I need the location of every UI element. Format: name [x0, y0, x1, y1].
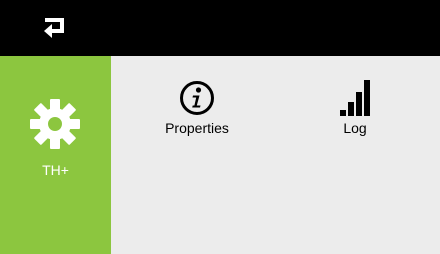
- back-button[interactable]: [34, 12, 74, 44]
- sidebar-item-label: TH+: [42, 162, 69, 178]
- log-label: Log: [343, 120, 367, 136]
- app-window: TH+ Properties Log: [0, 0, 440, 254]
- properties-tile[interactable]: Properties: [147, 76, 247, 146]
- signal-bars-icon: [340, 80, 370, 116]
- sidebar: TH+: [0, 56, 111, 254]
- gear-icon: [29, 99, 80, 149]
- top-bar: [0, 0, 440, 56]
- info-icon: [180, 81, 214, 115]
- sidebar-item-th-plus[interactable]: TH+: [0, 98, 111, 188]
- main-panel: Properties Log: [111, 56, 440, 254]
- log-icon-wrap: [335, 76, 375, 116]
- log-tile[interactable]: Log: [305, 76, 405, 146]
- properties-label: Properties: [165, 120, 229, 136]
- return-arrow-icon: [44, 18, 64, 38]
- properties-icon-wrap: [177, 76, 217, 116]
